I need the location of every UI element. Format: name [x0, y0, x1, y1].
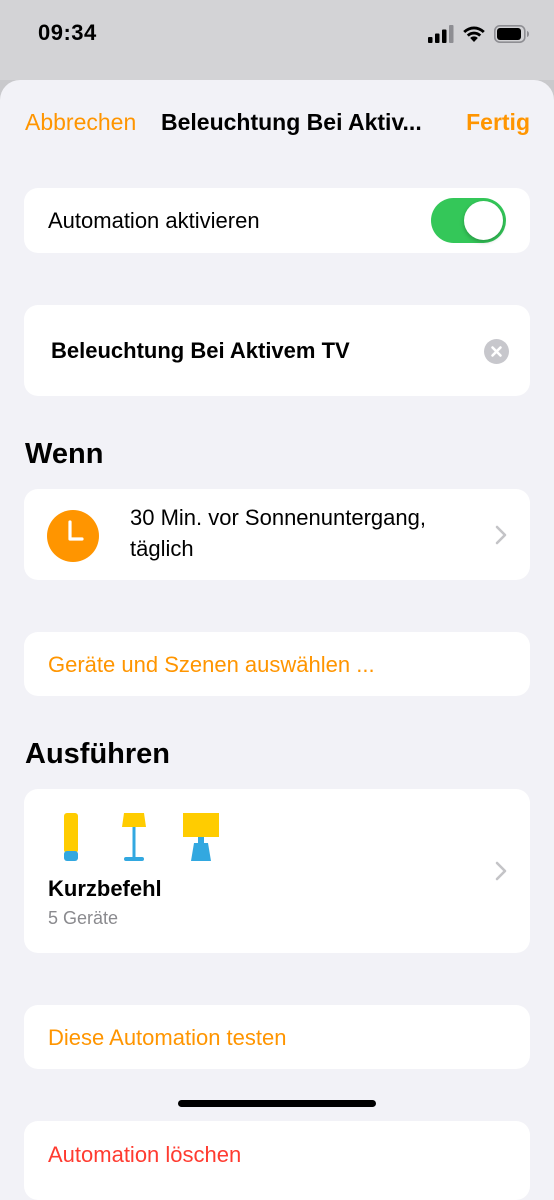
status-time: 09:34 [38, 20, 97, 45]
delete-automation-row[interactable]: Automation löschen [24, 1121, 530, 1200]
cancel-button[interactable]: Abbrechen [25, 109, 136, 136]
clock-icon [47, 510, 99, 562]
test-automation-button[interactable]: Diese Automation testen [48, 1025, 286, 1051]
trigger-text-line1: 30 Min. vor Sonnenuntergang, [130, 505, 426, 530]
delete-automation-button[interactable]: Automation löschen [48, 1142, 241, 1168]
battery-icon [494, 25, 529, 43]
enable-automation-row: Automation aktivieren [24, 188, 530, 253]
status-bar: 09:34 [0, 0, 554, 80]
toggle-knob [464, 201, 503, 240]
clear-x-icon [491, 346, 502, 357]
wifi-icon [463, 26, 485, 42]
done-button[interactable]: Fertig [466, 109, 530, 136]
enable-automation-toggle[interactable] [431, 198, 506, 243]
shortcut-device-count: 5 Geräte [48, 908, 119, 928]
automation-sheet: Abbrechen Beleuchtung Bei Aktiv... Ferti… [0, 80, 554, 1200]
floor-lamp-icon [122, 813, 146, 861]
nav-bar: Abbrechen Beleuchtung Bei Aktiv... Ferti… [0, 80, 554, 166]
status-icons [428, 22, 530, 46]
enable-automation-label: Automation aktivieren [48, 208, 260, 233]
test-automation-row[interactable]: Diese Automation testen [24, 1005, 530, 1069]
chevron-right-icon [495, 861, 507, 881]
nav-title: Beleuchtung Bei Aktiv... [161, 109, 422, 135]
run-section-heading: Ausführen [25, 738, 170, 770]
select-devices-row[interactable]: Geräte und Szenen auswählen ... [24, 632, 530, 696]
cellular-signal-icon [428, 25, 454, 43]
select-devices-link[interactable]: Geräte und Szenen auswählen ... [48, 652, 375, 678]
shortcut-row[interactable]: Kurzbefehl 5 Geräte [24, 789, 530, 953]
when-section-heading: Wenn [25, 438, 104, 470]
trigger-row[interactable]: 30 Min. vor Sonnenuntergang, täglich [24, 489, 530, 580]
shortcut-title: Kurzbefehl [48, 876, 162, 901]
clear-text-button[interactable] [484, 339, 509, 364]
table-lamp-icon [183, 813, 219, 861]
automation-name-field[interactable]: Beleuchtung Bei Aktivem TV [51, 338, 350, 364]
automation-name-card: Beleuchtung Bei Aktivem TV [24, 305, 530, 396]
home-indicator[interactable] [178, 1100, 376, 1107]
trigger-text-line2: täglich [130, 536, 194, 561]
lightstrip-icon [64, 813, 78, 861]
chevron-right-icon [495, 525, 507, 545]
